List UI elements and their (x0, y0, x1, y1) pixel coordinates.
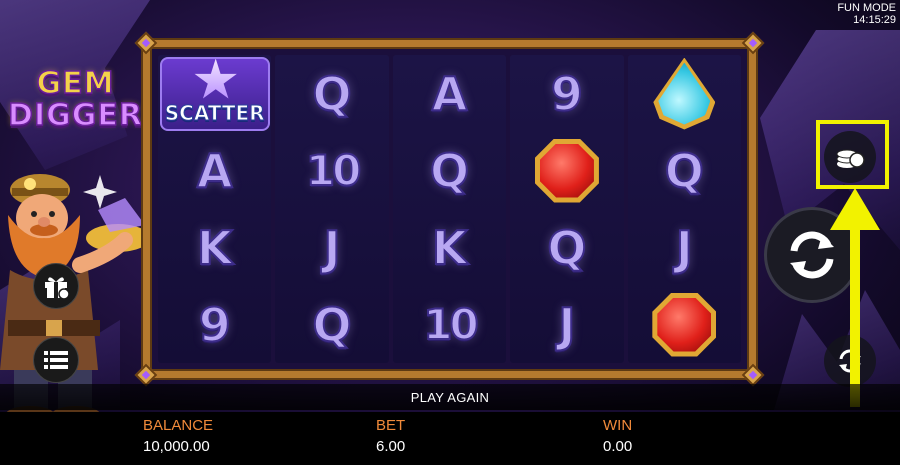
reel-symbol: SCATTER (159, 56, 270, 131)
play-again-label: PLAY AGAIN (410, 389, 490, 405)
reel-symbol: A (395, 59, 505, 129)
reel-symbol: A (160, 136, 270, 206)
red-gem-icon (652, 292, 717, 357)
reel-symbol: Q (277, 59, 387, 129)
game-mode-label: FUN MODE (837, 2, 896, 14)
game-stage: FUN MODE 14:15:29 GEM DIGGER SCATTER A K… (0, 0, 900, 465)
frame-corner-ornament (134, 31, 158, 55)
symbol-10: 10 (305, 145, 362, 195)
reel-symbol: K (395, 213, 505, 283)
pointer-arrow-shaft (850, 225, 860, 407)
reel-5: QJ (627, 55, 742, 363)
reel-symbol (629, 290, 739, 360)
menu-button[interactable] (33, 337, 79, 383)
menu-list-icon (44, 351, 68, 369)
bonus-gift-button[interactable] (33, 263, 79, 309)
reel-symbol: J (629, 213, 739, 283)
symbol-10: 10 (422, 299, 479, 349)
dwarf-mascot-illustration (0, 174, 150, 420)
clock-time: 14:15:29 (853, 14, 896, 26)
reel-symbol (512, 136, 622, 206)
balance-label: BALANCE (143, 417, 214, 434)
symbol-q: Q (312, 297, 353, 352)
red-gem-icon (534, 138, 599, 203)
frame-corner-ornament (741, 363, 765, 387)
reel-symbol: 10 (277, 136, 387, 206)
reel-symbol: 9 (160, 290, 270, 360)
reel-symbol: Q (512, 213, 622, 283)
footer-stats-bar: BALANCE 10,000.00 BET 6.00 WIN 0.00 (0, 412, 900, 465)
reel-symbol: Q (277, 290, 387, 360)
reel-symbol: Q (629, 136, 739, 206)
reel-1: SCATTER A K 9 (158, 55, 272, 363)
game-logo: GEM DIGGER (7, 66, 143, 133)
symbol-j: J (557, 297, 576, 352)
coins-button-highlight (816, 120, 889, 189)
symbol-a: A (196, 143, 234, 198)
reel-symbol (629, 57, 739, 130)
win-value: 0.00 (603, 438, 633, 455)
symbol-q: Q (429, 143, 470, 198)
win-stat: WIN 0.00 (603, 416, 632, 458)
reel-symbol: K (160, 213, 270, 283)
reel-3: A Q K 10 (392, 55, 507, 363)
symbol-j: J (323, 220, 342, 275)
reel-symbol: J (512, 290, 622, 360)
reel-symbol: 10 (395, 290, 505, 360)
symbol-9: 9 (198, 297, 232, 352)
bet-value: 6.00 (376, 438, 406, 455)
reel-symbol: 9 (512, 59, 622, 129)
symbol-j: J (675, 220, 694, 275)
logo-line-2: DIGGER (7, 98, 143, 133)
balance-value: 10,000.00 (143, 438, 210, 455)
reels-frame: SCATTER A K 9 Q 10 J Q A Q K 10 9 Q J Q J (134, 31, 765, 387)
reels-grid: SCATTER A K 9 Q 10 J Q A Q K 10 9 Q J Q J (158, 55, 742, 363)
play-again-bar[interactable]: PLAY AGAIN (0, 384, 900, 410)
spin-icon (790, 231, 834, 279)
scatter-label: SCATTER (164, 100, 265, 125)
frame-corner-ornament (741, 31, 765, 55)
win-label: WIN (603, 417, 633, 434)
balance-stat: BALANCE 10,000.00 (143, 416, 213, 458)
blue-gem-icon (653, 57, 716, 130)
gift-icon (45, 277, 69, 299)
symbol-9: 9 (550, 66, 584, 121)
reel-symbol: Q (395, 136, 505, 206)
top-info: FUN MODE 14:15:29 (837, 2, 896, 26)
reel-symbol: J (277, 213, 387, 283)
reel-2: Q 10 J Q (275, 55, 389, 363)
logo-line-1: GEM (36, 66, 115, 101)
reel-4: 9 QJ (510, 55, 624, 363)
symbol-k: K (431, 220, 469, 275)
symbol-q: Q (664, 143, 705, 198)
bet-stat: BET 6.00 (376, 416, 405, 458)
symbol-q: Q (546, 220, 587, 275)
bet-label: BET (376, 417, 406, 434)
symbol-k: K (196, 220, 234, 275)
symbol-q: Q (312, 66, 353, 121)
symbol-a: A (431, 66, 469, 121)
scatter-symbol: SCATTER (159, 56, 270, 131)
